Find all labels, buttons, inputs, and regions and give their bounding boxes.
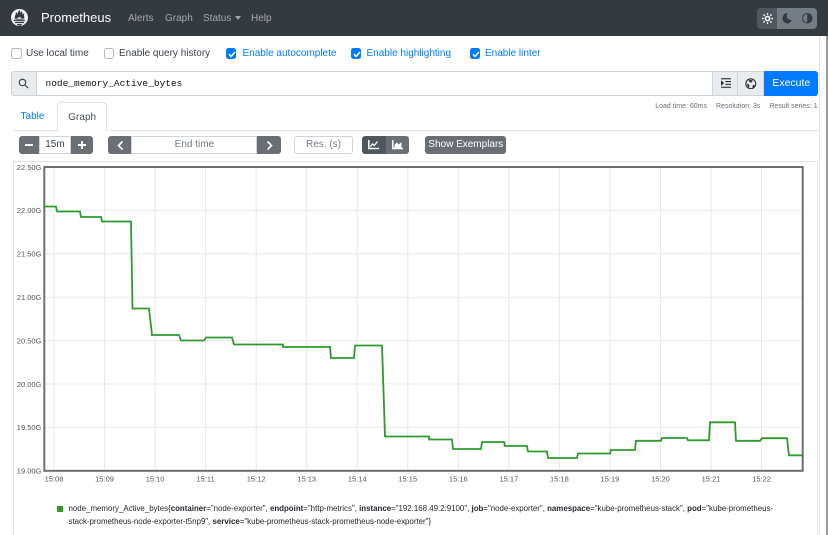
svg-text:21.00G: 21.00G [17,293,42,302]
svg-text:15:17: 15:17 [499,475,518,484]
svg-text:22.00G: 22.00G [17,206,42,215]
svg-text:15:10: 15:10 [146,475,165,484]
svg-text:20.00G: 20.00G [17,380,42,389]
svg-text:15:16: 15:16 [449,475,468,484]
svg-text:20.50G: 20.50G [17,336,42,345]
svg-text:15:18: 15:18 [550,475,569,484]
svg-text:15:08: 15:08 [45,475,64,484]
svg-text:21.50G: 21.50G [17,250,42,259]
svg-text:15:13: 15:13 [297,475,316,484]
svg-text:22.50G: 22.50G [17,163,42,172]
svg-text:15:09: 15:09 [95,475,114,484]
svg-text:15:15: 15:15 [398,475,417,484]
svg-text:15:22: 15:22 [752,475,771,484]
svg-text:15:14: 15:14 [348,475,367,484]
svg-text:15:19: 15:19 [601,475,620,484]
svg-text:19.50G: 19.50G [17,423,42,432]
svg-text:15:12: 15:12 [247,475,266,484]
svg-text:19.00G: 19.00G [17,467,42,476]
svg-text:15:20: 15:20 [651,475,670,484]
svg-text:15:21: 15:21 [702,475,721,484]
svg-text:15:11: 15:11 [197,475,215,484]
